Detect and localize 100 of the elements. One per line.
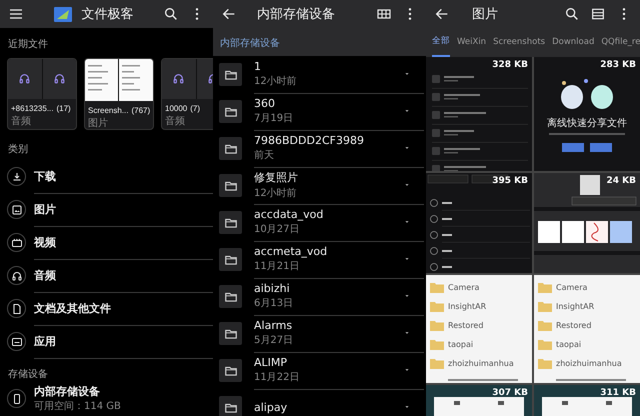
headphones-icon (52, 72, 66, 86)
file-name: +8613235... (11, 104, 54, 113)
folder-icon (538, 300, 552, 312)
folder-icon (538, 338, 552, 350)
screenshot-thumbnail[interactable]: 328 KB (426, 57, 532, 171)
image-icon (10, 204, 22, 216)
folder-name: InsightAR (448, 302, 486, 310)
file-type: 音频 (10, 114, 32, 129)
folder-name: Camera (556, 282, 588, 292)
back-icon[interactable] (434, 6, 450, 22)
file-name: 10000 (165, 104, 188, 113)
search-icon[interactable] (163, 6, 179, 22)
screenshot-thumbnail[interactable]: 307 KB (426, 385, 532, 416)
file-count: (7) (190, 104, 200, 113)
document-icon (10, 302, 22, 315)
app-title: 文件极客 (82, 6, 134, 23)
search-icon[interactable] (564, 6, 580, 22)
screen-title: 内部存储设备 (257, 6, 335, 23)
screenshot-thumbnail[interactable]: Camera InsightAR Restored taopai zhoizhuimanhua (534, 275, 640, 383)
category-item[interactable]: 视频 (34, 234, 56, 250)
folder-name: Camera (448, 282, 480, 292)
file-size: 307 KB (492, 388, 528, 398)
category-item[interactable]: 应用 (34, 334, 56, 349)
folder-name[interactable]: accmeta_vod (254, 245, 402, 258)
folder-name[interactable]: alipay (254, 400, 402, 414)
file-count: (767) (131, 106, 150, 115)
modified-date: 12小时前 (254, 186, 298, 200)
app-logo-icon (54, 6, 72, 22)
folder-name[interactable]: 360 (254, 97, 402, 110)
modified-date: 10月27日 (254, 223, 300, 236)
modified-date: 前天 (254, 149, 275, 162)
category-item[interactable]: 下载 (34, 168, 56, 184)
tab[interactable]: Download (552, 36, 594, 57)
folder-icon (430, 320, 444, 330)
screen-title: 图片 (472, 6, 498, 23)
share-caption: 离线快速分享文件 (546, 116, 628, 130)
folder-name: Restored (448, 320, 484, 330)
modified-date: 11月22日 (254, 371, 300, 384)
category-item[interactable]: 音频 (34, 268, 56, 283)
folder-name: taopai (448, 340, 474, 348)
file-type: 图片 (87, 116, 109, 129)
video-icon (10, 236, 22, 249)
modified-date: 12小时前 (254, 74, 298, 88)
recent-file-card[interactable]: 10000 (7) 音频 (161, 58, 213, 130)
folder-icon (430, 300, 444, 312)
file-size: 395 KB (492, 176, 528, 186)
folder-name[interactable]: aibizhi (254, 282, 402, 295)
folder-name[interactable]: 1 (254, 60, 402, 73)
breadcrumb[interactable]: 内部存储设备 (220, 36, 280, 50)
screenshot-thumbnail[interactable]: Camera InsightAR Restored taopai zhoizhuimanhua (426, 275, 532, 383)
file-type: 音频 (164, 114, 186, 129)
folder-icon (538, 358, 552, 368)
file-name: Screensh... (88, 106, 128, 115)
app-icon (10, 336, 22, 348)
screenshot-thumbnail[interactable]: 283 KB 离线快速分享文件 (534, 57, 640, 171)
file-size: 328 KB (492, 60, 528, 70)
modified-date: 11月21日 (254, 260, 300, 273)
folder-icon (430, 338, 444, 350)
screenshot-thumbnail[interactable]: 24 KB (534, 173, 640, 273)
section-label: 存储设备 (7, 368, 49, 382)
file-count: (17) (56, 104, 71, 113)
modified-date: 6月13日 (254, 297, 294, 310)
folder-icon (538, 320, 552, 330)
headphones-icon (18, 72, 32, 86)
download-icon (10, 170, 22, 183)
folder-name: zhoizhuimanhua (448, 358, 514, 368)
category-item[interactable]: 文档及其他文件 (34, 300, 111, 316)
file-size: 283 KB (600, 60, 636, 70)
folder-icon (430, 282, 444, 292)
storage-item[interactable]: 内部存储设备 可用空间：114 GB (0, 381, 213, 416)
file-size: 24 KB (606, 176, 636, 186)
section-label: 类别 (7, 142, 29, 156)
tab[interactable]: WeiXin (457, 36, 486, 57)
folder-name[interactable]: ALIMP (254, 356, 402, 369)
folder-name: Restored (556, 320, 592, 330)
folder-name[interactable]: Alarms (254, 319, 402, 332)
section-label: 近期文件 (7, 38, 49, 51)
free-space: 可用空间：114 GB (34, 400, 121, 414)
folder-name: taopai (556, 340, 582, 348)
category-item[interactable]: 图片 (34, 202, 56, 217)
list-view-icon[interactable] (590, 6, 606, 22)
folder-name: InsightAR (556, 302, 594, 310)
folder-name[interactable]: 修复照片 (254, 170, 402, 185)
folder-name[interactable]: 7986BDDD2CF3989 (254, 134, 402, 147)
screenshot-thumbnail[interactable]: 311 KB (534, 385, 640, 416)
recent-file-card[interactable]: Screensh... (767) 图片 (84, 58, 154, 130)
folder-name: zhoizhuimanhua (556, 358, 622, 368)
tab[interactable]: Screenshots (493, 36, 546, 57)
folder-name[interactable]: accdata_vod (254, 208, 402, 221)
storage-name: 内部存储设备 (34, 384, 101, 400)
back-icon[interactable] (221, 6, 237, 22)
tab[interactable]: QQfile_re (601, 36, 640, 57)
file-size: 311 KB (600, 388, 636, 398)
recent-file-card[interactable]: +8613235... (17) 音频 (7, 58, 77, 130)
folder-icon (430, 358, 444, 368)
headphones-icon (172, 72, 186, 86)
folder-icon (538, 282, 552, 292)
screenshot-thumbnail[interactable]: 395 KB (426, 173, 532, 273)
modified-date: 5月27日 (254, 334, 294, 347)
headphones-icon (10, 270, 22, 282)
